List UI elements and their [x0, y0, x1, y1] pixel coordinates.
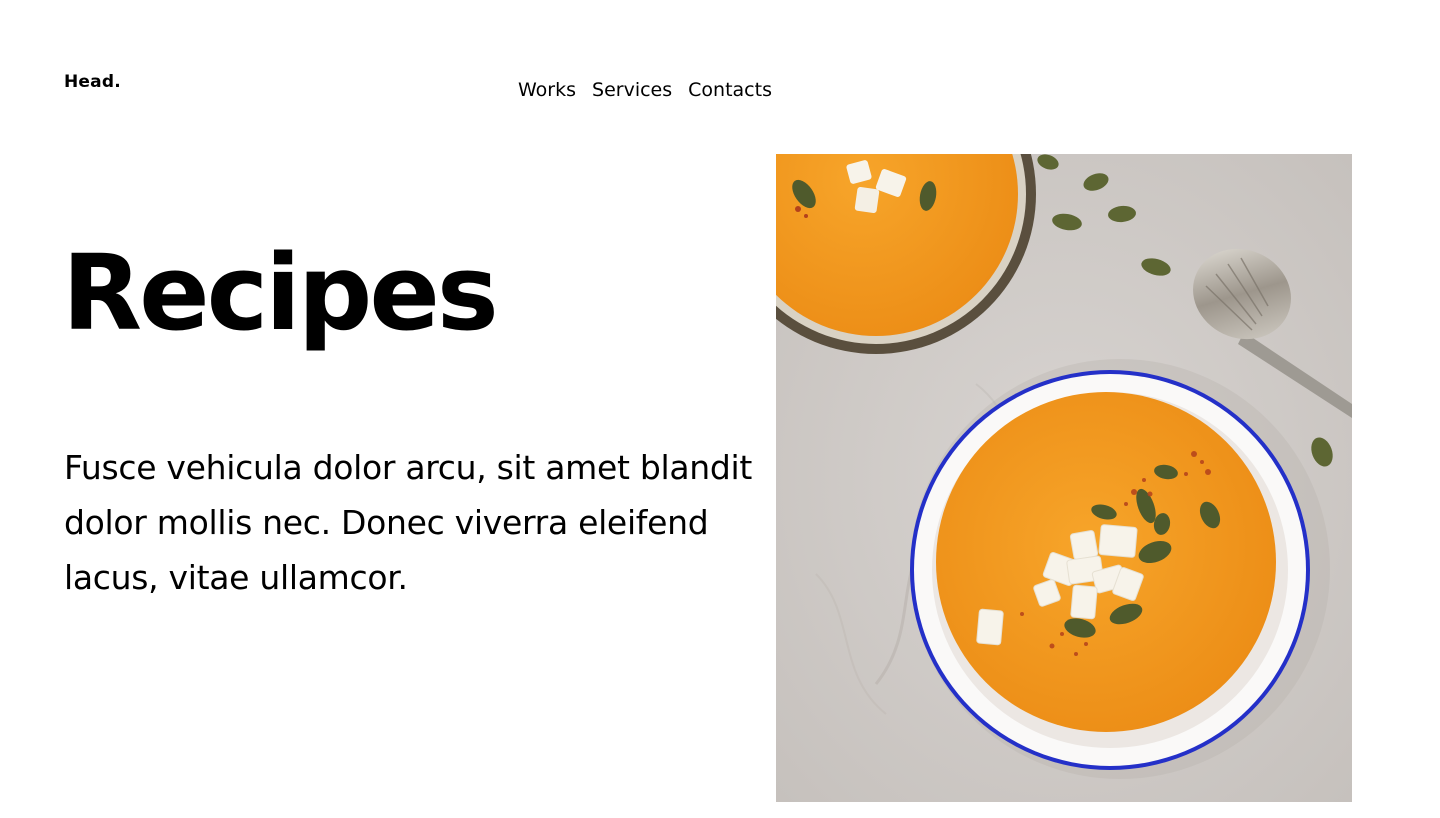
page: Head. Works Services Contacts Recipes Fu…	[0, 0, 1440, 818]
main-nav: Works Services Contacts	[518, 79, 772, 101]
logo[interactable]: Head.	[64, 72, 121, 92]
soup-illustration	[776, 154, 1352, 802]
nav-item-services[interactable]: Services	[592, 79, 672, 101]
nav-item-contacts[interactable]: Contacts	[688, 79, 772, 101]
nav-item-works[interactable]: Works	[518, 79, 576, 101]
page-title: Recipes	[62, 232, 499, 354]
soup-photo	[776, 154, 1352, 802]
hero-description: Fusce vehicula dolor arcu, sit amet blan…	[64, 448, 753, 597]
